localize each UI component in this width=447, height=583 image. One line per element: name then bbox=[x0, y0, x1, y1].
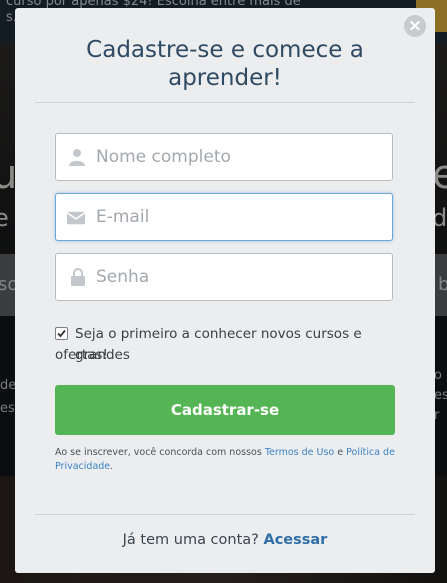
modal-title: Cadastre-se e comece a aprender! bbox=[86, 37, 364, 91]
signup-modal: × Cadastre-se e comece a aprender! Seja … bbox=[15, 8, 435, 573]
divider bbox=[35, 514, 415, 515]
terms-of-use-link[interactable]: Termos de Uso bbox=[265, 447, 334, 458]
login-link[interactable]: Acessar bbox=[263, 532, 327, 548]
newsletter-checkbox[interactable] bbox=[55, 327, 68, 340]
email-input[interactable] bbox=[96, 194, 386, 240]
login-prompt: Já tem uma conta? Acessar bbox=[15, 532, 435, 548]
password-input[interactable] bbox=[96, 254, 386, 300]
newsletter-label-line2: ofertas! bbox=[55, 347, 108, 363]
close-button[interactable]: × bbox=[404, 15, 426, 37]
checkmark-icon bbox=[57, 329, 66, 338]
lock-icon bbox=[71, 268, 85, 286]
user-icon bbox=[69, 149, 85, 166]
terms-notice: Ao se inscrever, você concorda com nosso… bbox=[55, 446, 400, 474]
terms-suffix: . bbox=[110, 461, 114, 472]
name-input[interactable] bbox=[96, 134, 386, 180]
divider bbox=[35, 102, 415, 103]
password-field[interactable] bbox=[55, 253, 393, 301]
terms-and: e bbox=[334, 447, 347, 458]
login-prompt-text: Já tem uma conta? bbox=[122, 532, 264, 548]
name-field[interactable] bbox=[55, 133, 393, 181]
envelope-icon bbox=[67, 211, 85, 225]
signup-button[interactable]: Cadastrar-se bbox=[55, 385, 395, 435]
email-field[interactable] bbox=[55, 193, 393, 241]
terms-prefix: Ao se inscrever, você concorda com nosso… bbox=[55, 447, 265, 458]
newsletter-label-line1: Seja o primeiro a conhecer novos cursos … bbox=[75, 326, 362, 363]
close-icon: × bbox=[407, 16, 423, 36]
